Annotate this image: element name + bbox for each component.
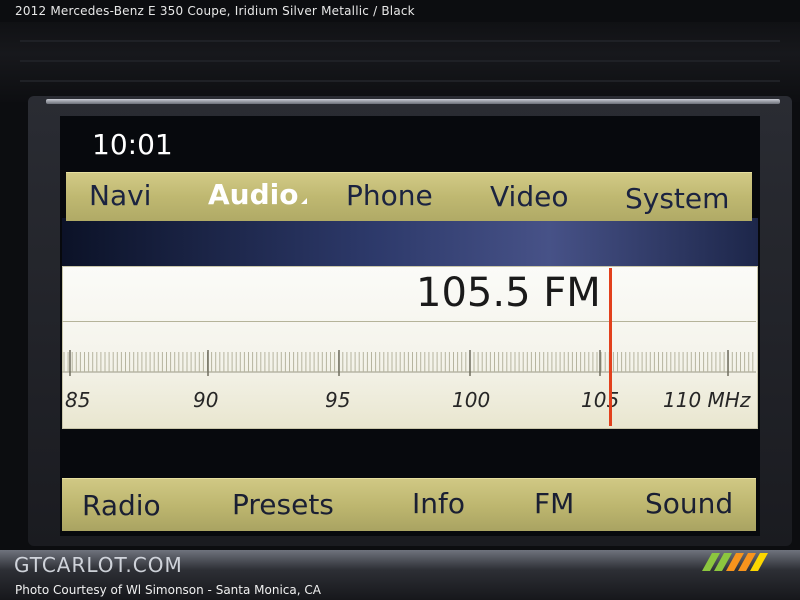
- scale-label: 85: [65, 388, 91, 412]
- scale-label: 90: [193, 388, 219, 412]
- dashboard-vents: [0, 22, 800, 102]
- scale-label: 105: [581, 388, 620, 412]
- bottom-item-sound[interactable]: Sound: [645, 487, 733, 520]
- menu-item-video[interactable]: Video: [490, 180, 568, 213]
- scale-label: 100: [452, 388, 491, 412]
- menu-item-audio-label: Audio: [208, 178, 299, 211]
- radio-tuner-panel: [62, 266, 758, 429]
- frequency-scale[interactable]: [62, 350, 756, 376]
- scale-label: 95: [325, 388, 351, 412]
- frequency-display: 105.5 FM: [416, 270, 601, 316]
- vent-slat: [20, 60, 780, 62]
- bottom-item-presets[interactable]: Presets: [232, 488, 334, 521]
- active-indicator-icon: [301, 198, 308, 204]
- bezel-chrome-trim: [46, 99, 780, 104]
- bottom-item-radio[interactable]: Radio: [82, 489, 161, 522]
- bottom-item-fm[interactable]: FM: [534, 487, 574, 520]
- vent-slat: [20, 80, 780, 82]
- photo-credit: Photo Courtesy of Wl Simonson - Santa Mo…: [15, 583, 321, 597]
- brand-stripes-logo: [702, 553, 768, 571]
- tuner-divider: [62, 321, 756, 322]
- screen-backdrop: [62, 218, 758, 266]
- bottom-item-info[interactable]: Info: [412, 487, 465, 520]
- menu-item-audio[interactable]: Audio: [208, 178, 308, 211]
- photo-caption: 2012 Mercedes-Benz E 350 Coupe, Iridium …: [15, 4, 415, 18]
- tuning-needle[interactable]: [609, 268, 612, 426]
- clock: 10:01: [92, 128, 173, 161]
- menu-item-navi[interactable]: Navi: [89, 179, 151, 212]
- menu-item-phone[interactable]: Phone: [346, 179, 433, 212]
- scale-label: 110 MHz: [663, 388, 751, 412]
- vent-slat: [20, 40, 780, 42]
- menu-item-system[interactable]: System: [625, 182, 729, 215]
- site-watermark: GTCARLOT.COM: [14, 553, 183, 577]
